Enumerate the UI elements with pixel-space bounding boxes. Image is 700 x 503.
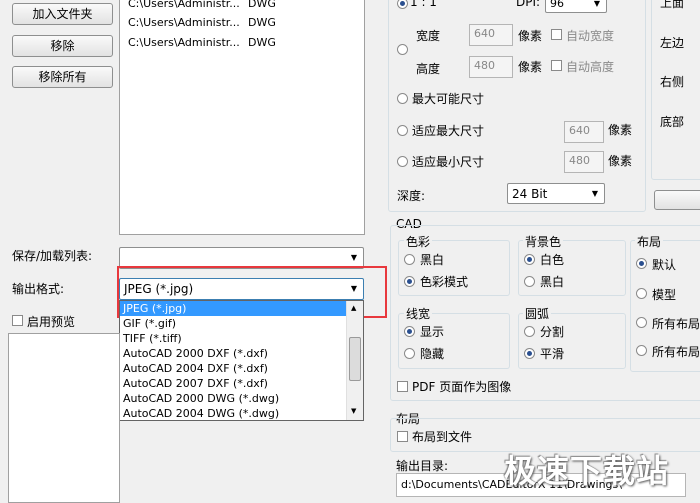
fit-min-radio[interactable] [397,156,408,167]
dropdown-option[interactable]: AutoCAD 2004 DXF (*.dxf) [120,361,363,376]
height-field[interactable]: 480 [469,56,513,78]
width-field[interactable]: 640 [469,24,513,46]
lineweight-show-label: 显示 [420,325,445,339]
layout-to-file-checkbox[interactable] [397,431,408,442]
dropdown-option[interactable]: JPEG (*.jpg) [120,301,363,316]
width-unit: 像素 [518,29,543,43]
cad-layout-title: 布局 [635,233,664,250]
arc-smooth-radio[interactable] [524,348,535,359]
layout-default-label: 默认 [652,258,677,272]
depth-combo[interactable]: 24 Bit ▼ [507,183,605,204]
color-mode-label: 色彩模式 [420,275,469,289]
enable-preview-label: 启用预览 [27,315,76,329]
dpi-label: DPI: [516,0,541,9]
dropdown-option[interactable]: AutoCAD 2007 DXF (*.dxf) [120,376,363,391]
scroll-thumb[interactable] [349,337,361,381]
layout-all-label-2: 所有布局 [652,345,700,359]
arc-title: 圆弧 [523,305,552,322]
margin-right-label: 右侧 [660,75,685,89]
lineweight-hide-radio[interactable] [404,348,415,359]
pdf-pages-as-image-checkbox[interactable] [397,381,408,392]
bg-bw-radio[interactable] [524,276,535,287]
fit-min-label: 适应最小尺寸 [412,155,485,169]
enable-preview-checkbox[interactable] [12,315,23,326]
auto-width-checkbox[interactable] [551,29,562,40]
fit-min-field[interactable]: 480 [564,151,604,173]
max-possible-radio[interactable] [397,93,408,104]
margin-top-label: 上面 [660,0,685,10]
depth-label: 深度: [397,189,426,203]
bg-bw-label: 黑白 [540,275,565,289]
file-path[interactable]: C:\Users\Administr... [128,16,240,29]
watermark-text: 极速下载站 [504,452,670,490]
dropdown-scrollbar[interactable]: ▲ ▼ [346,301,363,420]
ratio-label: 1 : 1 [410,0,437,9]
depth-value: 24 Bit [512,187,548,201]
lineweight-show-radio[interactable] [404,326,415,337]
bg-white-label: 白色 [540,253,565,267]
fit-max-unit: 像素 [608,123,633,137]
file-path[interactable]: C:\Users\Administr... [128,0,240,10]
color-bw-radio[interactable] [404,254,415,265]
dpi-value: 96 [550,0,564,10]
bg-title: 背景色 [523,233,564,250]
fit-min-unit: 像素 [608,154,633,168]
chevron-down-icon: ▼ [350,253,357,262]
layout-all-radio[interactable] [636,317,647,328]
pdf-pages-as-image-label: PDF 页面作为图像 [412,380,512,394]
remove-button[interactable]: 移除 [12,35,113,57]
fit-max-field[interactable]: 640 [564,121,604,143]
save-load-list-label: 保存/加载列表: [12,249,93,263]
scroll-up-icon[interactable]: ▲ [351,304,356,312]
layout-all-label: 所有布局 [652,317,700,331]
layout-model-radio[interactable] [636,288,647,299]
layout-default-radio[interactable] [636,258,647,269]
margin-bottom-label: 底部 [660,115,685,129]
file-path[interactable]: C:\Users\Administr... [128,36,240,49]
arc-split-label: 分割 [540,325,565,339]
margins-group [651,0,700,180]
fit-max-label: 适应最大尺寸 [412,124,485,138]
color-bw-label: 黑白 [420,253,445,267]
lineweight-hide-label: 隐藏 [420,347,445,361]
layout-to-file-label: 布局到文件 [412,430,473,444]
layout-model-label: 模型 [652,288,677,302]
margin-left-label: 左边 [660,36,685,50]
output-dir-label: 输出目录: [396,459,449,473]
arc-smooth-label: 平滑 [540,347,565,361]
width-label: 宽度 [416,29,441,43]
arc-split-radio[interactable] [524,326,535,337]
auto-height-label: 自动高度 [566,60,615,74]
height-label: 高度 [416,62,441,76]
dropdown-option[interactable]: TIFF (*.tiff) [120,331,363,346]
file-type: DWG [248,36,276,49]
max-possible-label: 最大可能尺寸 [412,92,485,106]
dropdown-option[interactable]: AutoCAD 2004 DWG (*.dwg) [120,406,363,420]
auto-width-label: 自动宽度 [566,29,615,43]
remove-all-button[interactable]: 移除所有 [12,66,113,88]
dpi-combo[interactable]: 96 ▼ [545,0,607,13]
file-type: DWG [248,16,276,29]
height-unit: 像素 [518,60,543,74]
auto-height-checkbox[interactable] [551,60,562,71]
dropdown-option[interactable]: AutoCAD 2000 DWG (*.dwg) [120,391,363,406]
layout-all-radio-2[interactable] [636,345,647,356]
chevron-down-icon: ▼ [593,0,600,8]
add-folder-button[interactable]: 加入文件夹 [12,3,113,25]
scroll-down-icon[interactable]: ▼ [351,407,356,415]
dropdown-option[interactable]: AutoCAD 2000 DXF (*.dxf) [120,346,363,361]
custom-size-radio[interactable] [397,44,408,55]
preview-area [8,333,120,503]
color-title: 色彩 [404,233,433,250]
bg-white-radio[interactable] [524,254,535,265]
margins-button[interactable] [654,190,700,210]
dropdown-option[interactable]: GIF (*.gif) [120,316,363,331]
file-type: DWG [248,0,276,10]
lineweight-title: 线宽 [404,305,433,322]
chevron-down-icon: ▼ [591,189,598,198]
fit-max-radio[interactable] [397,125,408,136]
color-mode-radio[interactable] [404,276,415,287]
output-format-dropdown[interactable]: JPEG (*.jpg) GIF (*.gif) TIFF (*.tiff) A… [119,300,364,421]
output-format-label: 输出格式: [12,282,65,296]
